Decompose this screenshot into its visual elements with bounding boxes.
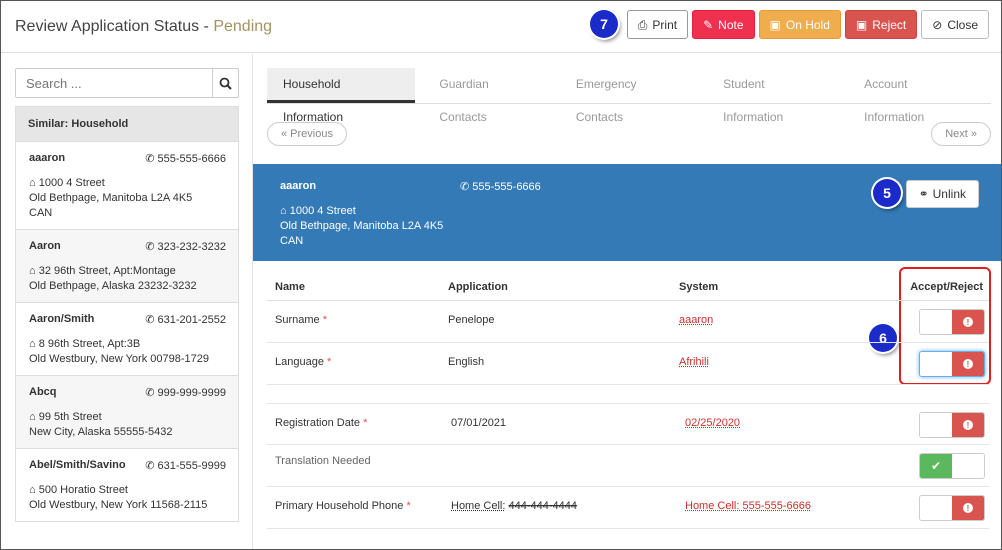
exclamation-icon: ! xyxy=(963,359,973,369)
sidebar: Similar: Household aaaron✆ 555-555-6666 … xyxy=(15,68,239,522)
callout-badge-5: 5 xyxy=(873,179,901,207)
print-button[interactable]: ⎙ Print xyxy=(626,10,689,39)
tab-account-information[interactable]: Account Information xyxy=(848,68,983,124)
search-box xyxy=(15,68,239,98)
table-row: Language * English Afrihili ! xyxy=(267,343,989,385)
search-input[interactable] xyxy=(16,69,212,97)
reject-button[interactable]: ▣ Reject xyxy=(844,10,918,39)
exclamation-icon: ! xyxy=(963,420,973,430)
household-summary: aaaron ✆ 555-555-6666 ⌂ 1000 4 Street Old… xyxy=(253,164,1001,261)
print-icon: ⎙ xyxy=(637,17,648,32)
list-item[interactable]: Abel/Smith/Savino ✆ 631-555-9999 ⌂ 500 Ho… xyxy=(16,448,238,521)
callout-badge-7: 7 xyxy=(590,10,618,38)
accept-reject-toggle[interactable]: ! xyxy=(919,351,985,377)
ban-icon: ⊘ xyxy=(932,17,943,32)
similar-heading: Similar: Household xyxy=(16,107,238,141)
home-icon: ⌂ xyxy=(29,411,36,423)
similar-households: Similar: Household aaaron ✆ 555-555-6666 … xyxy=(15,106,239,522)
tab-household-information[interactable]: Household Information xyxy=(267,68,416,124)
pencil-icon: ✎ xyxy=(703,17,714,32)
previous-button[interactable]: « Previous xyxy=(267,122,347,146)
table-row: Translation Needed ✔ xyxy=(267,445,989,487)
check-icon: ✔ xyxy=(920,454,952,478)
exclamation-icon: ! xyxy=(963,503,973,513)
close-button[interactable]: ⊘ Close xyxy=(921,10,989,39)
list-item[interactable]: Aaron/Smith ✆ 631-201-2552 ⌂ 8 96th Stree… xyxy=(16,302,238,375)
phone-icon: ✆ xyxy=(145,241,155,253)
phone-icon: ✆ xyxy=(145,387,155,399)
household-phone: ✆ 555-555-6666 xyxy=(460,181,541,193)
save-icon: ▣ xyxy=(855,17,868,32)
phone-icon: ✆ xyxy=(145,314,155,326)
title-text: Review Application Status - xyxy=(15,18,209,35)
list-item[interactable]: Abcq ✆ 999-999-9999 ⌂ 99 5th Street New Ci… xyxy=(16,375,238,448)
tab-bar: Household Information Guardian Contacts … xyxy=(267,68,991,124)
home-icon: ⌂ xyxy=(29,265,36,277)
accept-reject-toggle[interactable]: ! xyxy=(919,309,985,335)
pager: « Previous Next » xyxy=(267,122,991,146)
household-name: aaaron xyxy=(280,180,317,192)
household-address: ⌂ 1000 4 Street Old Bethpage, Manitoba L2… xyxy=(280,205,444,247)
tab-emergency-contacts[interactable]: Emergency Contacts xyxy=(560,68,699,124)
review-application-window: Review Application Status - Pending 7 ⎙ … xyxy=(0,0,1002,550)
search-icon xyxy=(219,77,232,90)
main-panel: Household Information Guardian Contacts … xyxy=(252,54,1001,549)
table-row: Primary Household Phone * Home Cell: 444… xyxy=(267,487,989,529)
next-button[interactable]: Next » xyxy=(931,122,991,146)
page-title: Review Application Status - Pending xyxy=(15,18,272,36)
phone-icon: ✆ xyxy=(460,181,470,193)
home-icon: ⌂ xyxy=(280,205,287,217)
on-hold-button[interactable]: ▣ On Hold xyxy=(758,10,841,39)
phone-icon: ✆ xyxy=(145,153,155,165)
home-icon: ⌂ xyxy=(29,177,36,189)
page-header: Review Application Status - Pending 7 ⎙ … xyxy=(1,1,1001,53)
phone-icon: ✆ xyxy=(145,460,155,472)
exclamation-icon: ! xyxy=(963,317,973,327)
list-item[interactable]: aaaron ✆ 555-555-6666 ⌂ 1000 4 Street Old … xyxy=(16,141,238,229)
status-text: Pending xyxy=(213,18,273,35)
accept-reject-toggle[interactable]: ✔ xyxy=(919,453,985,479)
home-icon: ⌂ xyxy=(29,484,36,496)
table-row: Surname * Penelope aaaron ! xyxy=(267,301,989,343)
unlink-icon: ⚭ xyxy=(918,187,929,201)
save-icon: ▣ xyxy=(769,17,781,32)
accept-reject-toggle[interactable]: ! xyxy=(919,412,985,438)
accept-reject-toggle[interactable]: ! xyxy=(919,495,985,521)
home-icon: ⌂ xyxy=(29,338,36,350)
table-header: Name Application System Accept/Reject xyxy=(267,273,989,301)
search-button[interactable] xyxy=(212,69,238,97)
toolbar: ⎙ Print ✎ Note ▣ On Hold ▣ Reject ⊘ Clos… xyxy=(626,10,989,39)
note-button[interactable]: ✎ Note xyxy=(692,10,755,39)
table-row: Registration Date * 07/01/2021 02/25/202… xyxy=(267,403,989,445)
tab-student-information[interactable]: Student Information xyxy=(707,68,840,124)
list-item[interactable]: Aaron ✆ 323-232-3232 ⌂ 32 96th Street, Ap… xyxy=(16,229,238,302)
comparison-table: Name Application System Accept/Reject Su… xyxy=(267,273,989,529)
unlink-button[interactable]: ⚭ Unlink xyxy=(905,180,979,208)
tab-guardian-contacts[interactable]: Guardian Contacts xyxy=(423,68,551,124)
